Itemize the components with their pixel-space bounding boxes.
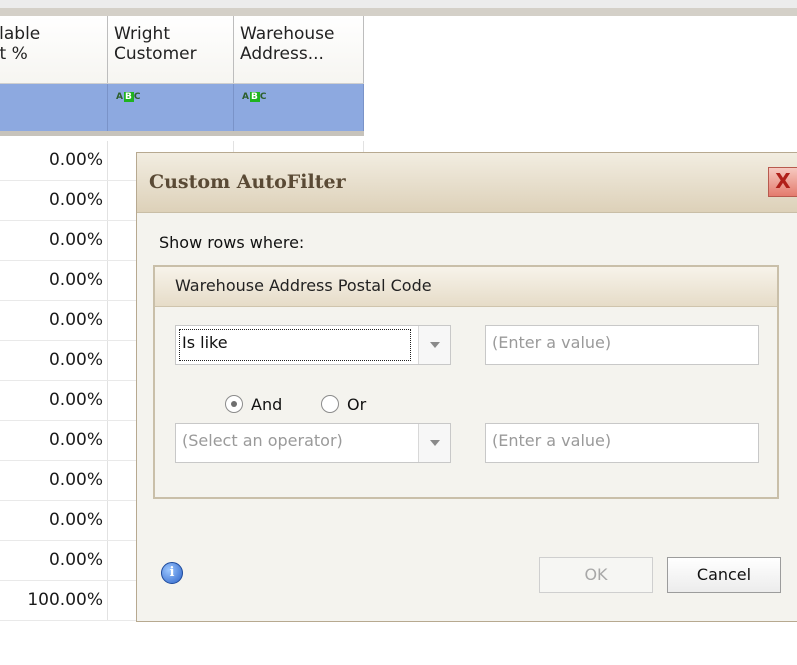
dropdown-arrow-icon[interactable]: [418, 326, 450, 364]
filter-condition-group: Warehouse Address Postal Code Is like (E…: [153, 265, 779, 499]
credit-cell: 0.00%: [0, 381, 108, 420]
credit-cell: 0.00%: [0, 181, 108, 220]
radio-icon[interactable]: [321, 395, 339, 413]
abc-letter: B: [249, 92, 260, 102]
credit-cell: 0.00%: [0, 421, 108, 460]
header-line: Wright: [114, 24, 170, 44]
credit-cell: 0.00%: [0, 341, 108, 380]
credit-cell: 0.00%: [0, 541, 108, 580]
filter-cell-available-credit[interactable]: [0, 84, 108, 131]
and-radio-option[interactable]: And: [225, 389, 282, 419]
credit-cell: 0.00%: [0, 501, 108, 540]
dialog-title-bar[interactable]: Custom AutoFilter X: [137, 153, 797, 213]
and-label: And: [251, 394, 283, 414]
value-input-1[interactable]: (Enter a value): [485, 325, 759, 365]
app-window: ailable dit % Wright Customer Warehouse …: [0, 0, 797, 665]
column-header-wright-customer[interactable]: Wright Customer: [108, 16, 234, 83]
credit-cell: 0.00%: [0, 461, 108, 500]
operator-select-1-value: Is like: [179, 329, 411, 361]
abc-letter: C: [133, 92, 142, 102]
radio-icon[interactable]: [225, 395, 243, 413]
show-rows-label: Show rows where:: [159, 233, 305, 252]
column-header-available-credit[interactable]: ailable dit %: [0, 16, 108, 83]
ok-button[interactable]: OK: [539, 557, 653, 593]
filter-cell-wright-customer[interactable]: ABC: [108, 84, 234, 131]
abc-filter-icon[interactable]: ABC: [242, 92, 267, 102]
value-input-2[interactable]: (Enter a value): [485, 423, 759, 463]
custom-autofilter-dialog: Custom AutoFilter X Show rows where: War…: [136, 152, 797, 622]
dialog-title: Custom AutoFilter: [149, 171, 346, 193]
operator-select-2[interactable]: (Select an operator): [175, 423, 451, 463]
credit-cell: 100.00%: [0, 581, 108, 620]
info-icon[interactable]: i: [161, 562, 183, 584]
grid-header-row: ailable dit % Wright Customer Warehouse …: [0, 16, 364, 84]
dropdown-arrow-icon[interactable]: [418, 424, 450, 462]
column-name-header: Warehouse Address Postal Code: [155, 267, 777, 307]
or-radio-option[interactable]: Or: [321, 389, 366, 419]
header-line: dit %: [0, 44, 28, 64]
filter-cell-warehouse-address[interactable]: ABC: [234, 84, 364, 131]
credit-cell: 0.00%: [0, 141, 108, 180]
header-line: ailable: [0, 24, 41, 44]
toolbar-strip: [0, 0, 797, 16]
header-line: Address...: [240, 44, 324, 64]
or-label: Or: [347, 394, 367, 414]
operator-select-1[interactable]: Is like: [175, 325, 451, 365]
column-header-warehouse-address[interactable]: Warehouse Address...: [234, 16, 364, 83]
abc-filter-icon[interactable]: ABC: [116, 92, 141, 102]
header-line: Warehouse: [240, 24, 335, 44]
abc-letter: B: [123, 92, 134, 102]
credit-cell: 0.00%: [0, 221, 108, 260]
grid-filter-row: ABC ABC: [0, 84, 364, 136]
cancel-button[interactable]: Cancel: [667, 557, 781, 593]
header-line: Customer: [114, 44, 197, 64]
close-icon[interactable]: X: [768, 167, 797, 197]
abc-letter: A: [242, 92, 250, 102]
abc-letter: C: [259, 92, 268, 102]
abc-letter: A: [116, 92, 124, 102]
operator-select-2-placeholder: (Select an operator): [182, 431, 343, 450]
credit-cell: 0.00%: [0, 261, 108, 300]
credit-cell: 0.00%: [0, 301, 108, 340]
